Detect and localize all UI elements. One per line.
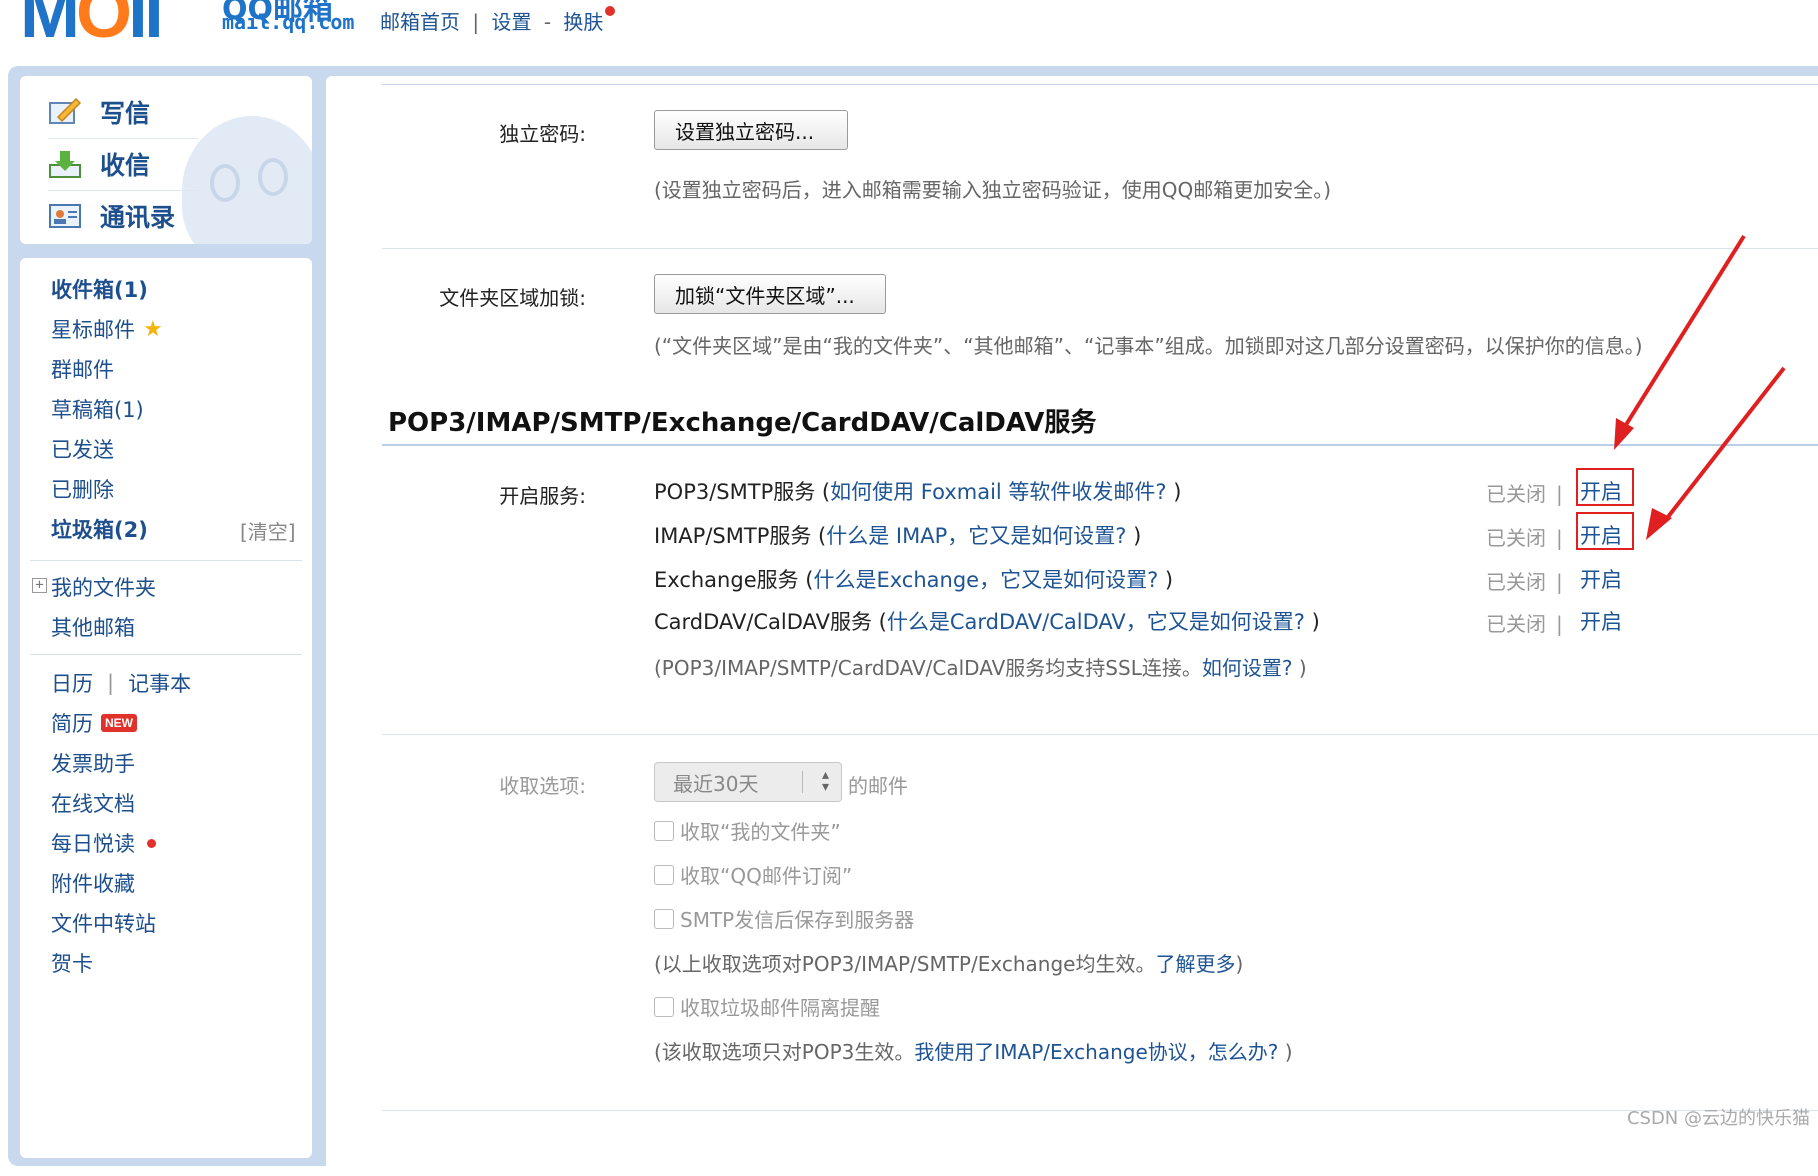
annotation-arrows — [1614, 234, 1786, 540]
arrow-line-1 — [1622, 234, 1746, 430]
arrow-head-2 — [1646, 508, 1672, 540]
arrow-head-1 — [1614, 418, 1634, 450]
watermark: CSDN @云边的快乐猫 — [1626, 1108, 1810, 1129]
arrow-line-2 — [1662, 366, 1786, 524]
